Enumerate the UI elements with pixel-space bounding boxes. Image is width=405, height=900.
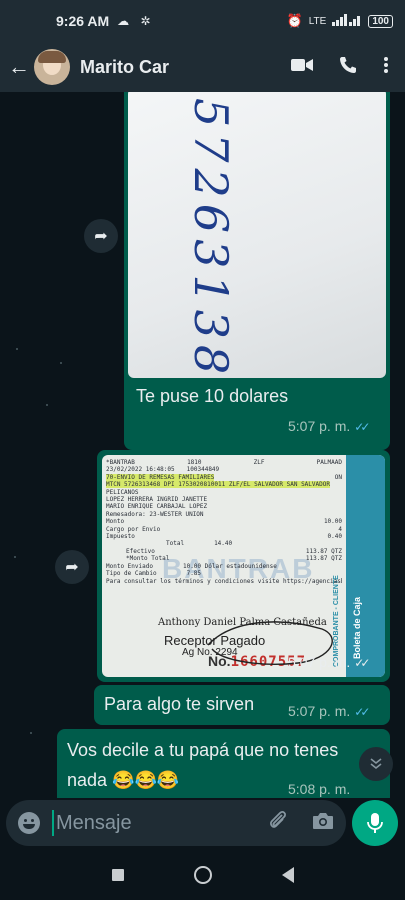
emoji-icon[interactable] [18, 812, 40, 834]
message-meta: 5:07 p. m. ✓✓ [288, 703, 370, 719]
receipt-photo[interactable]: Boleta de Caja COMPROBANTE - CLIENTE BAN… [102, 455, 385, 677]
read-ticks-icon: ✓✓ [354, 705, 370, 719]
message-meta: 5:07 p. m. ✓✓ [288, 418, 370, 434]
receipt-place: PALMAAD [316, 459, 342, 466]
more-options-icon[interactable] [383, 56, 389, 79]
forward-icon[interactable]: ➦ [55, 550, 89, 584]
receipt-tipo-cambio-label: Tipo de Cambio [106, 570, 157, 578]
receipt-line1: 70-ENVIO DE REMESAS FAMILIARES [106, 473, 215, 482]
scroll-down-icon[interactable] [359, 747, 393, 781]
receipt-cargo-value: 4 [338, 525, 342, 533]
receipt-efectivo-label: Efectivo [126, 547, 155, 555]
message-meta: 5:08 p. m. [288, 781, 350, 797]
microphone-icon [367, 813, 383, 833]
camera-icon[interactable] [312, 812, 334, 835]
receipt-date: 23/02/2022 16:48:05 [106, 466, 175, 474]
microphone-button[interactable] [352, 800, 398, 846]
receipt-line2: MTCN 5726313468 DPI 1753020810011 ZLF/EL… [106, 481, 330, 489]
message-text: Te puse 10 dolares [136, 386, 289, 406]
receipt-monto-total-value: 113.87 [305, 555, 328, 563]
alarm-icon: ⏰ [286, 13, 303, 28]
handwritten-number: 5726313846 [184, 98, 238, 378]
contact-name[interactable]: Marito Car [80, 57, 169, 78]
video-call-icon[interactable] [291, 57, 313, 78]
wallpaper-dot [14, 556, 16, 558]
read-ticks-icon: ✓✓ [354, 656, 370, 670]
message-time: 5:07 p. m. [288, 418, 351, 434]
composer: Mensaje [0, 798, 405, 850]
receipt-total-label: Total [166, 540, 185, 548]
recents-button[interactable] [111, 869, 124, 881]
notification-icons: ☁ ✲ [117, 14, 155, 28]
receipt-monto-enviado-label: Monto Enviado [106, 562, 153, 570]
wallpaper-dot [16, 348, 18, 350]
system-nav-bar [0, 850, 405, 900]
receipt-on: ON [334, 473, 342, 481]
receipt-impuesto-label: Impuesto [106, 533, 135, 541]
receipt-line5: MARIO ENRIQUE CARBAJAL LOPEZ [106, 503, 208, 511]
message-time: 5:08 p. m. [288, 781, 351, 797]
receipt-side-label2: Boleta de Caja [352, 596, 362, 659]
attach-icon[interactable] [268, 809, 288, 837]
read-ticks-icon: ✓✓ [354, 420, 370, 434]
handwritten-note-photo[interactable]: 5726313846 [128, 92, 386, 378]
receipt-monto-value: 10.00 [323, 518, 342, 526]
receipt-code1: 1810 [187, 459, 202, 466]
receipt-monto-enviado-value: 10.00 Dólar estadounidense [182, 562, 277, 570]
message-input[interactable]: Mensaje [52, 810, 132, 836]
receipt-zlf: ZLF [253, 459, 265, 466]
chat-header: ← Marito Car [0, 42, 405, 92]
receipt-currency: QTZ [331, 555, 342, 563]
receipt-consultas: Para consultar los términos y condicione… [106, 577, 342, 585]
network-type: LTE [308, 15, 327, 27]
receipt-text: *BANTRAB 1810 ZLF PALMAAD 23/02/2022 16:48:… [106, 459, 342, 585]
receipt-impuesto-value: 0.40 [327, 533, 342, 541]
status-bar: 9:26 AM ☁ ✲ ⏰ LTE 100 [0, 0, 405, 42]
receipt-monto-label: Monto [106, 518, 125, 526]
receipt-efectivo-value: 113.87 [305, 547, 328, 555]
receipt-line4: LOPEZ HERRERA INGRID JANETTE [106, 496, 208, 504]
chat-area[interactable]: 5726313846 Te puse 10 dolares 5:07 p. m.… [0, 92, 405, 798]
message-time: 5:07 p. m. [288, 654, 351, 670]
receipt-total-value: 14.40 [214, 540, 233, 548]
status-right: ⏰ LTE 100 [287, 13, 393, 29]
text-message[interactable]: Vos decile a tu papá que no tenes nada 😂… [57, 729, 390, 798]
status-time: 9:26 AM [56, 13, 110, 29]
message-time: 5:07 p. m. [288, 703, 351, 719]
back-button[interactable] [281, 867, 294, 883]
receipt-monto-total-label: *Monto Total [126, 555, 170, 563]
signal-icon [332, 13, 362, 29]
receipt-code2: 100344849 [186, 466, 220, 474]
receipt-line6: Remesadora: 23-WESTER UNION [106, 510, 204, 518]
battery-icon: 100 [368, 14, 393, 28]
receipt-bank: *BANTRAB [106, 459, 135, 466]
image-message[interactable]: Boleta de Caja COMPROBANTE - CLIENTE BAN… [97, 450, 390, 682]
message-text: Para algo te sirven [104, 694, 255, 714]
wallpaper-dot [30, 732, 32, 734]
receipt-currency: QTZ [331, 547, 342, 555]
wallpaper-dot [60, 362, 62, 364]
receipt-tipo-cambio-value: 7.85 [186, 570, 202, 578]
text-message[interactable]: Para algo te sirven 5:07 p. m. ✓✓ [94, 685, 390, 725]
back-arrow-icon[interactable]: ← [6, 54, 32, 80]
image-message[interactable]: 5726313846 Te puse 10 dolares 5:07 p. m.… [124, 92, 390, 450]
receipt-cargo-label: Cargo por Envio [106, 525, 161, 533]
home-button[interactable] [193, 866, 212, 884]
receipt-line3: PELICANOS [106, 488, 139, 496]
contact-avatar[interactable] [34, 49, 70, 85]
voice-call-icon[interactable] [339, 56, 357, 79]
message-meta: 5:07 p. m. ✓✓ [288, 654, 370, 670]
forward-icon[interactable]: ➦ [84, 219, 118, 253]
wallpaper-dot [46, 404, 48, 406]
message-input-box[interactable]: Mensaje [6, 800, 346, 846]
